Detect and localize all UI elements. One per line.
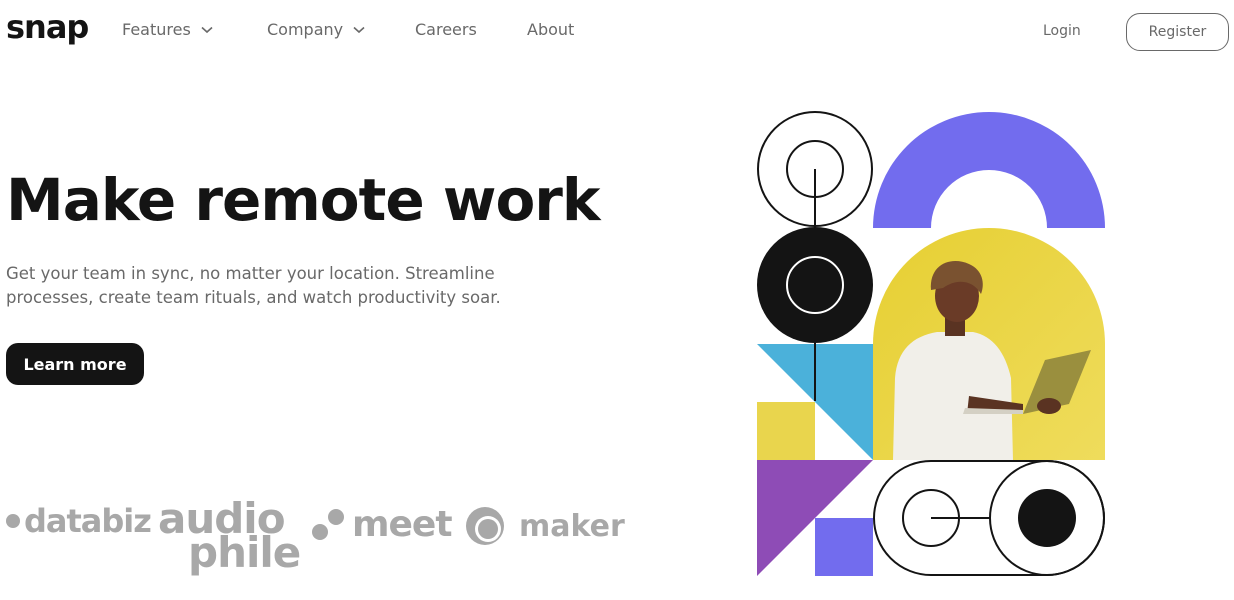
nav-about[interactable]: About [527,20,574,39]
hero-title: Make remote work [6,166,600,234]
nav-company[interactable]: Company [267,20,365,39]
login-link[interactable]: Login [1043,23,1081,39]
hero-description: Get your team in sync, no matter your lo… [6,264,501,307]
chevron-down-icon [201,26,213,33]
nav-features[interactable]: Features [122,20,213,39]
outlined-circle-shape [757,111,873,228]
databiz-logo: databiz [6,502,152,540]
capsule-shape [873,460,1105,576]
nav-features-label: Features [122,20,191,39]
black-circle-shape [757,227,873,343]
meet-dots-icon [312,508,344,540]
databiz-logo-text: databiz [24,502,152,540]
landing-page: snap Features Company Careers About Logi… [0,0,1234,600]
nav-careers-label: Careers [415,20,477,39]
violet-square-shape [815,518,873,576]
chevron-down-icon [353,26,365,33]
databiz-dot-icon [6,514,20,528]
nav-company-label: Company [267,20,344,39]
register-button[interactable]: Register [1126,13,1229,51]
hero-photo [873,228,1105,460]
maker-logo: maker [465,506,625,546]
nav-about-label: About [527,20,575,39]
meet-logo: meet [312,504,453,545]
audiophile-logo: audio phile [158,498,301,574]
yellow-square-shape [757,402,815,460]
nav-careers[interactable]: Careers [415,20,477,39]
maker-mark-icon [466,507,504,545]
maker-logo-text: maker [519,508,625,544]
meet-logo-text: meet [352,504,453,545]
learn-more-button[interactable]: Learn more [6,343,144,385]
snap-logo[interactable]: snap [6,8,89,46]
violet-arch-shape [873,112,1105,228]
